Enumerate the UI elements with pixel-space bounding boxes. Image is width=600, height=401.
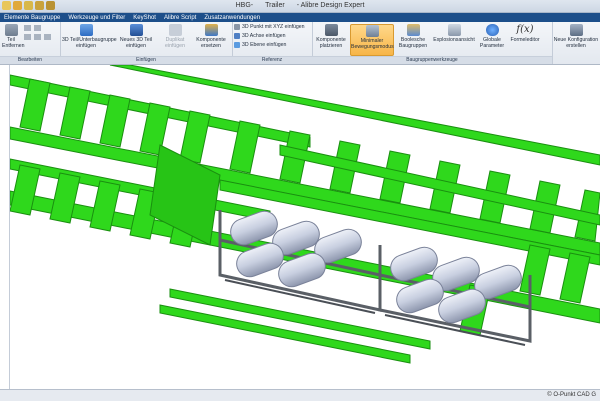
exploded-view-icon	[447, 24, 461, 36]
trailer-model[interactable]	[10, 65, 600, 389]
ribbon: Teil Entfernen Bearbeiten 3D Teil/Unterb…	[0, 22, 600, 65]
motion-mode-icon	[365, 25, 379, 37]
mirror-icon[interactable]	[24, 34, 31, 40]
insert-part-button[interactable]: 3D Teil/Unterbaugruppe einfügen	[62, 24, 117, 49]
design-explorer-panel[interactable]	[0, 65, 10, 389]
axis-icon	[234, 33, 240, 39]
replace-icon	[204, 24, 218, 36]
copyright-text: © O-Punkt CAD G	[547, 392, 596, 398]
ebene-einfuegen-button[interactable]: 3D Ebene einfügen	[234, 41, 286, 49]
menu-item-alibre-script[interactable]: Alibre Script	[160, 15, 200, 21]
boolean-icon	[406, 24, 420, 36]
window-title: HBG- Trailer - Alibre Design Expert	[235, 2, 365, 9]
ribbon-group-baugruppenwerkzeuge: Komponente platzieren Minimaler Bewegung…	[312, 22, 553, 64]
new-part-button[interactable]: Neues 3D Teil einfügen	[118, 24, 154, 49]
point-icon	[234, 24, 240, 30]
menu-item-zusatzanwendungen[interactable]: Zusatzanwendungen	[200, 15, 264, 21]
place-component-icon	[324, 24, 338, 36]
ribbon-group-einfuegen: 3D Teil/Unterbaugruppe einfügen Neues 3D…	[60, 22, 233, 64]
boolesche-baugruppen-button[interactable]: Boolesche Baugruppen	[396, 24, 430, 49]
duplikat-button[interactable]: Duplikat einfügen	[162, 24, 188, 49]
ribbon-group-bearbeiten: Teil Entfernen Bearbeiten	[0, 22, 61, 64]
global-parameters-icon	[485, 24, 499, 36]
group-label-einfuegen: Einfügen	[60, 56, 232, 64]
window-titlebar: HBG- Trailer - Alibre Design Expert	[0, 0, 600, 13]
achse-einfuegen-button[interactable]: 3D Achse einfügen	[234, 32, 286, 40]
group-label-baugruppenwerkzeuge: Baugruppenwerkzeuge	[312, 56, 552, 64]
neue-konfiguration-button[interactable]: Neue Konfiguration erstellen	[553, 24, 599, 49]
plane-icon	[234, 42, 240, 48]
anchor-icon	[4, 24, 18, 36]
menu-bar: Elemente Baugruppe Werkzeuge und Filter …	[0, 13, 600, 22]
formeleditor-button[interactable]: f(x) Formeleditor	[508, 24, 542, 43]
punkt-einfuegen-button[interactable]: 3D Punkt mit XYZ einfügen	[234, 23, 305, 31]
new-part-icon	[129, 24, 143, 36]
function-icon: f(x)	[516, 24, 534, 35]
explosionsansicht-button[interactable]: Explosionsansicht	[432, 24, 476, 43]
configuration-icon	[569, 24, 583, 36]
minimaler-bewegungsmodus-button[interactable]: Minimaler Bewegungsmodus	[350, 24, 394, 56]
group-label-referenz: Referenz	[232, 56, 312, 64]
ribbon-group-konfiguration: Neue Konfiguration erstellen	[552, 22, 600, 64]
insert-part-icon	[79, 24, 93, 36]
status-bar: © O-Punkt CAD G	[0, 389, 600, 401]
menu-item-keyshot[interactable]: KeyShot	[129, 15, 160, 21]
group-label-bearbeiten: Bearbeiten	[0, 56, 60, 64]
ribbon-group-referenz: 3D Punkt mit XYZ einfügen 3D Achse einfü…	[232, 22, 313, 64]
menu-item-werkzeuge[interactable]: Werkzeuge und Filter	[64, 15, 129, 21]
duplicate-icon	[168, 24, 182, 36]
komponente-ersetzen-button[interactable]: Komponente ersetzen	[194, 24, 228, 49]
move-icon[interactable]	[24, 25, 31, 31]
rotate-icon[interactable]	[34, 25, 41, 31]
komponente-platzieren-button[interactable]: Komponente platzieren	[314, 24, 348, 49]
globale-parameter-button[interactable]: Globale Parameter	[478, 24, 506, 49]
3d-viewport[interactable]	[10, 65, 600, 389]
pattern-icon[interactable]	[34, 34, 41, 40]
menu-item-elemente-baugruppe[interactable]: Elemente Baugruppe	[0, 15, 64, 21]
align-icon[interactable]	[44, 34, 51, 40]
teil-entfernen-button[interactable]: Teil Entfernen	[2, 24, 25, 49]
small-tools-icons	[24, 25, 56, 49]
